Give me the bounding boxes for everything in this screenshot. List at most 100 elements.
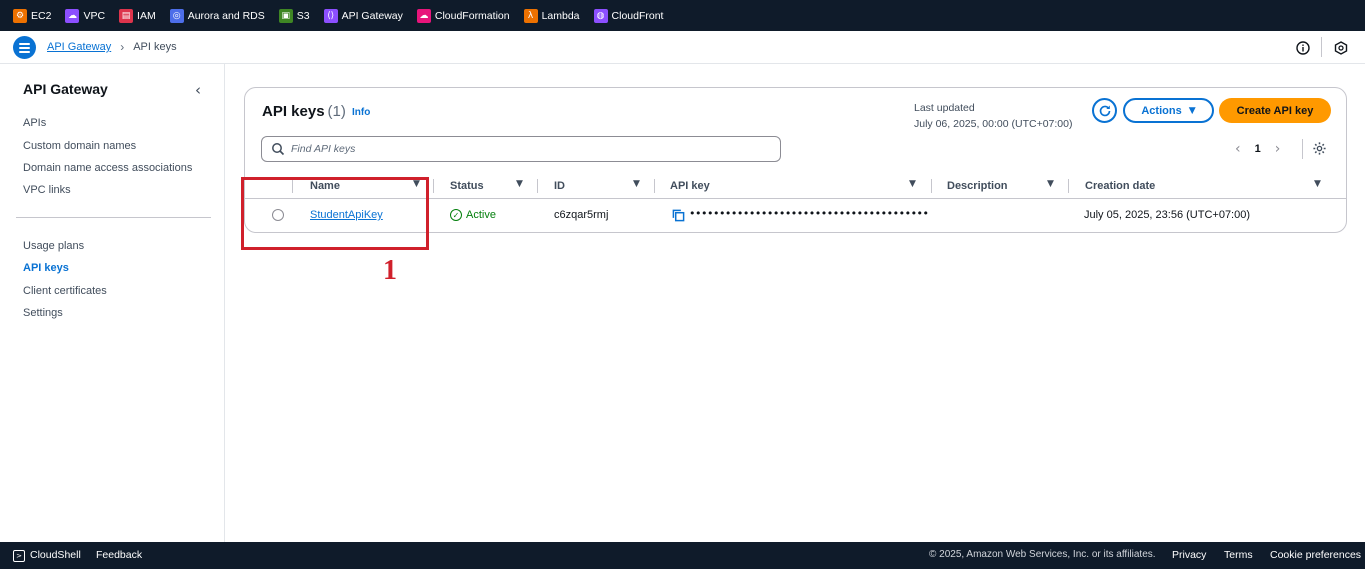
terms-link[interactable]: Terms [1224,549,1253,561]
sidebar-item-vpc-links[interactable]: VPC links [23,184,71,196]
service-label: API Gateway [341,9,403,22]
sidebar-item-domain-name-access-associations[interactable]: Domain name access associations [23,162,192,174]
iam-icon: ▤ [119,8,134,23]
sidebar-item-api-keys[interactable]: API keys [23,262,69,274]
breadcrumb-bar: API Gateway › API keys [0,31,1365,64]
hamburger-menu-icon[interactable] [13,36,36,59]
vpc-icon: ☁ [65,8,80,23]
caret-down-icon: ▼ [1188,105,1196,116]
privacy-link[interactable]: Privacy [1172,549,1206,561]
cookie-preferences-link[interactable]: Cookie preferences [1270,549,1361,561]
service-label: Lambda [541,9,580,22]
service-shortcut-vpc[interactable]: ☁ VPC [65,0,105,31]
previous-page-icon[interactable]: ‹ [1235,141,1241,157]
column-divider [1068,179,1069,193]
sidebar-item-apis[interactable]: APIs [23,117,46,129]
table-settings-gear-icon[interactable] [1312,141,1327,156]
annotation-highlight-box [241,177,429,250]
column-header-id[interactable]: ID [554,173,565,199]
column-divider [654,179,655,193]
service-shortcut-rds[interactable]: ◎ Aurora and RDS [169,0,265,31]
sort-status-icon[interactable]: ▼ [516,179,523,189]
s3-icon: ▣ [278,8,293,23]
breadcrumb-api-gateway-link[interactable]: API Gateway [47,41,111,53]
sort-creation-date-icon[interactable]: ▼ [1314,179,1321,189]
service-label: S3 [296,9,310,22]
service-shortcut-iam[interactable]: ▤ IAM [119,0,156,31]
service-shortcut-cloudfront[interactable]: ◍ CloudFront [593,0,664,31]
sidebar-item-custom-domain-names[interactable]: Custom domain names [23,140,136,152]
last-updated: Last updated July 06, 2025, 00:00 (UTC+0… [914,100,1072,132]
sidebar-divider [16,217,211,218]
cloudshell-icon[interactable]: > [13,550,25,562]
preferences-hexagon-icon[interactable] [1333,40,1348,55]
pager-divider [1302,139,1303,159]
ec2-icon: ⚙ [13,8,27,23]
refresh-button[interactable] [1092,98,1117,123]
actions-dropdown-button[interactable]: Actions ▼ [1123,98,1214,123]
last-updated-label: Last updated [914,102,975,114]
search-field [261,136,781,162]
actions-label: Actions [1141,104,1182,117]
column-divider [537,179,538,193]
cloudformation-icon: ☁ [416,8,431,23]
breadcrumb-current: API keys [133,41,177,53]
service-shortcut-cloudformation[interactable]: ☁ CloudFormation [416,0,510,31]
panel-title: API keys (1) [262,103,346,120]
column-header-status[interactable]: Status [450,173,484,199]
lambda-icon: λ [523,8,538,23]
panel-title-text: API keys [262,103,325,120]
column-divider [433,179,434,193]
service-shortcut-s3[interactable]: ▣ S3 [278,0,310,31]
status-text: Active [466,209,496,221]
service-shortcut-lambda[interactable]: λ Lambda [523,0,580,31]
panel-count: (1) [327,103,346,120]
last-updated-value: July 06, 2025, 00:00 (UTC+07:00) [914,118,1073,130]
api-key-masked-value: •••••••••••••••••••••••••••••••••••••••• [689,207,929,220]
refresh-icon [1099,105,1110,116]
api-key-creation-date: July 05, 2025, 23:56 (UTC+07:00) [1084,209,1251,221]
copyright-text: © 2025, Amazon Web Services, Inc. or its… [929,549,1156,560]
collapse-sidebar-icon[interactable]: ‹ [195,81,201,99]
service-label: Aurora and RDS [187,9,265,22]
rds-icon: ◎ [169,8,184,23]
service-label: CloudFront [611,9,664,22]
search-input[interactable] [291,140,771,158]
column-header-api-key[interactable]: API key [670,173,710,199]
sort-id-icon[interactable]: ▼ [633,179,640,189]
page-number[interactable]: 1 [1255,143,1261,155]
column-header-creation-date[interactable]: Creation date [1085,173,1155,199]
cloudshell-link[interactable]: CloudShell [30,549,81,561]
service-label: VPC [83,9,106,22]
status-badge: ✓ Active [450,209,496,221]
sidebar-title: API Gateway [23,81,108,97]
next-page-icon[interactable]: › [1275,141,1281,157]
sort-description-icon[interactable]: ▼ [1047,179,1054,189]
sidebar-item-usage-plans[interactable]: Usage plans [23,240,84,252]
api-gateway-icon: ⟨⟩ [323,8,338,23]
annotation-step-number: 1 [383,255,397,286]
create-api-key-button[interactable]: Create API key [1219,98,1331,123]
copy-icon[interactable] [672,209,685,222]
breadcrumb-separator-icon: › [120,40,125,54]
breadcrumb: API Gateway › API keys [47,40,177,54]
service-label: IAM [137,9,156,22]
feedback-link[interactable]: Feedback [96,549,142,561]
check-circle-icon: ✓ [450,209,462,221]
sort-api-key-icon[interactable]: ▼ [909,179,916,189]
column-header-description[interactable]: Description [947,173,1008,199]
sidebar-item-settings[interactable]: Settings [23,307,63,319]
info-circle-icon[interactable] [1295,40,1310,55]
column-divider [931,179,932,193]
service-shortcut-api-gateway[interactable]: ⟨⟩ API Gateway [323,0,403,31]
sidebar-item-client-certificates[interactable]: Client certificates [23,285,107,297]
service-shortcut-ec2[interactable]: ⚙ EC2 [13,0,51,31]
services-bar: ⚙ EC2 ☁ VPC ▤ IAM ◎ Aurora and RDS ▣ S3 ⟨⟩ API Gate… [0,0,1365,31]
service-label: EC2 [31,9,52,22]
api-key-id: c6zqar5rmj [554,209,609,221]
side-navigation: API Gateway ‹ APIs Custom domain names D… [0,64,225,542]
info-link[interactable]: Info [352,107,370,118]
footer: > CloudShell Feedback © 2025, Amazon Web… [0,542,1365,569]
pagination: ‹ 1 › [1235,141,1280,157]
search-icon [272,143,285,156]
